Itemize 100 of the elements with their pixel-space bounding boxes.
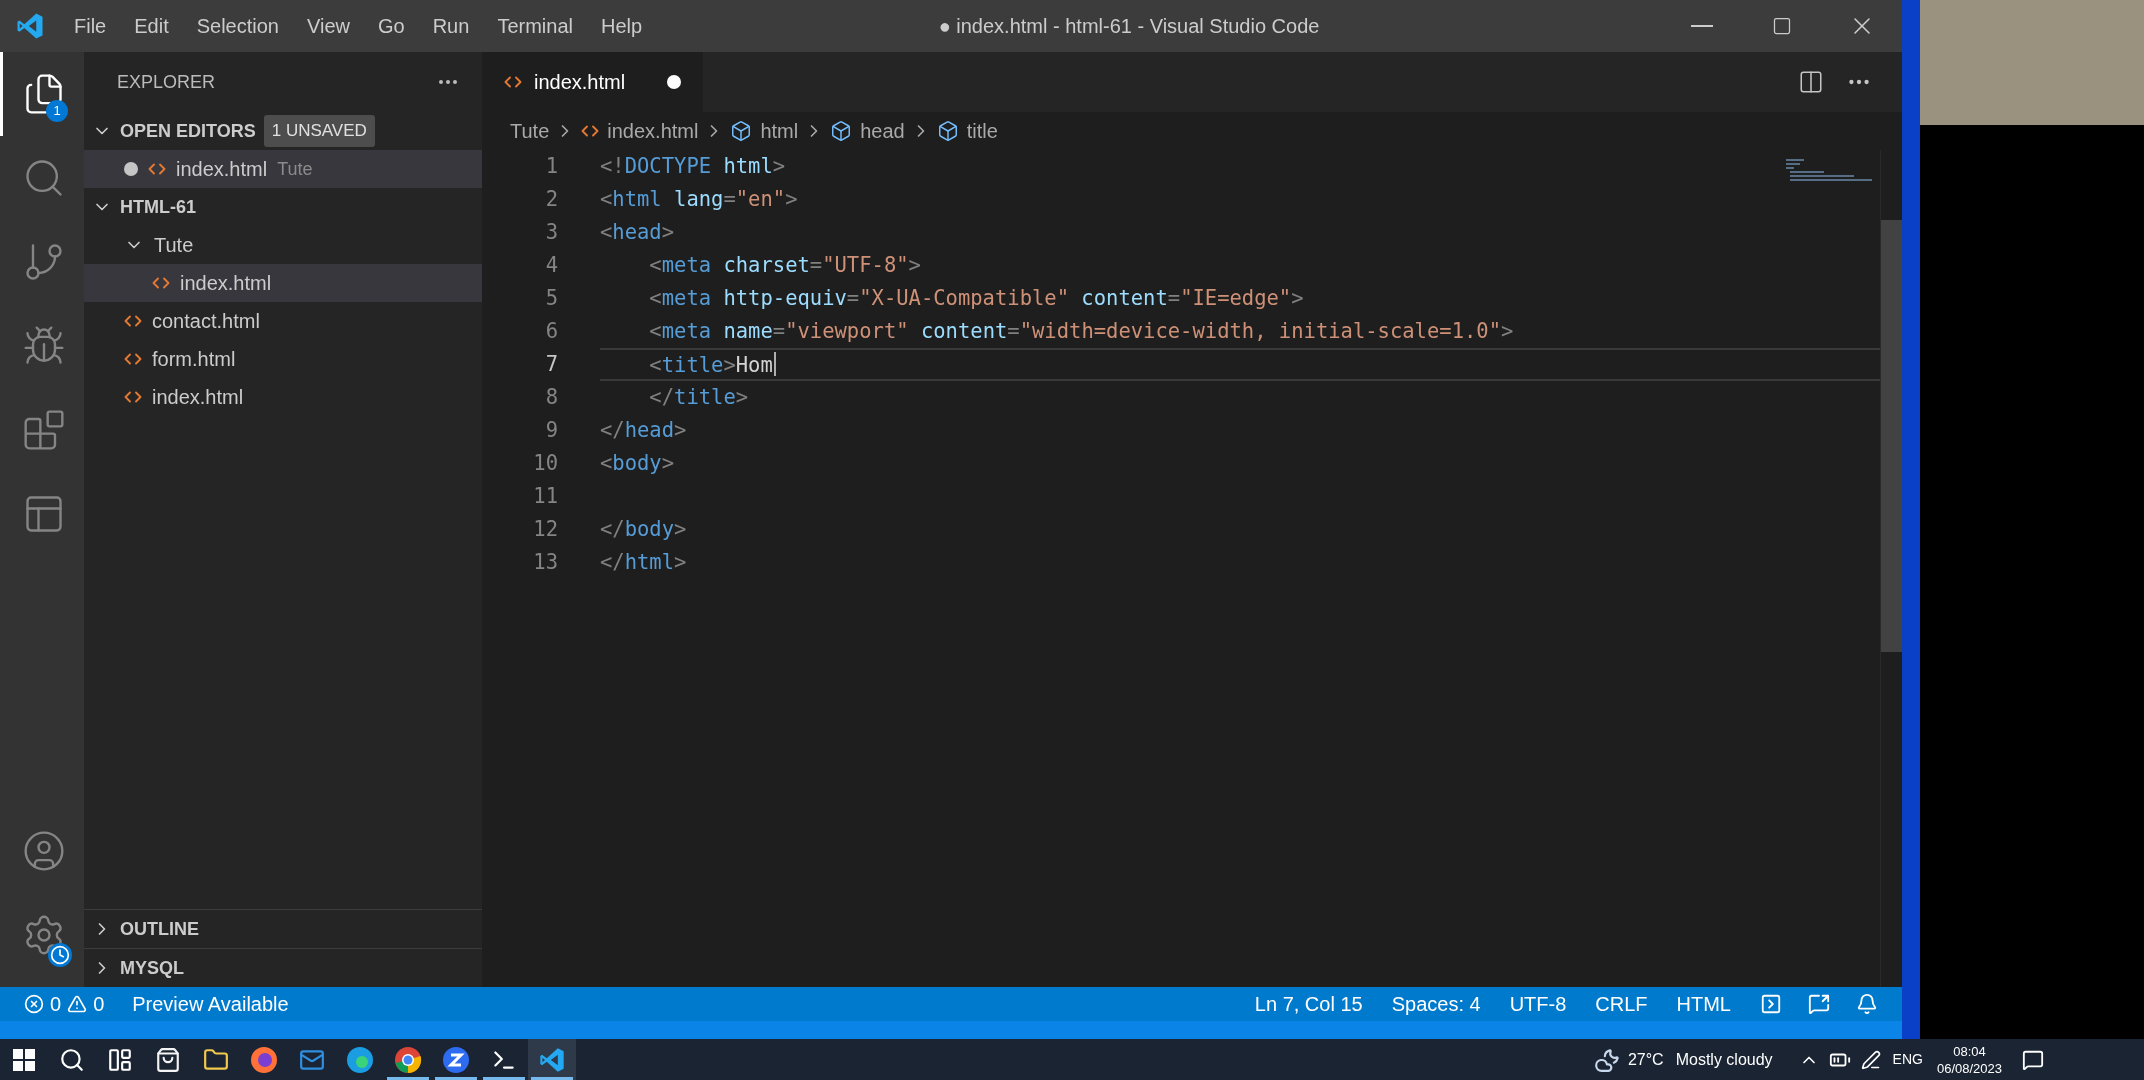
notification-center-icon[interactable] [2022,1048,2044,1071]
code-line: </title> [648,384,749,412]
line-number: 1 [544,153,558,181]
pen-icon[interactable] [1860,1049,1881,1070]
scrollbar-thumb[interactable] [1881,220,1902,652]
file-folder-label: Tute [277,157,313,181]
menu-item[interactable]: Edit [120,5,183,47]
warning-icon [67,994,88,1014]
windows-logo-icon [13,1048,35,1071]
file-name: index.html [180,271,272,296]
line-number: 10 [532,450,558,478]
line-number: 4 [544,252,558,280]
section-header[interactable]: OUTLINE [92,915,199,943]
open-editor-item[interactable]: index.html Tute [84,150,482,188]
editor-tab[interactable]: index.html [482,52,704,112]
warning-count: 0 [93,992,105,1017]
blocks-icon [21,408,66,452]
cloud-moon-icon [1593,1046,1620,1073]
status-item[interactable]: HTML [1676,989,1731,1019]
clock-date[interactable]: 06/08/2023 [1936,1059,2002,1077]
breadcrumb-item[interactable]: Tute [510,116,550,146]
code-line: <body> [600,450,675,478]
feedback-icon[interactable] [1808,993,1830,1015]
code-line: <meta charset="UTF-8"> [648,252,921,280]
menu-item[interactable]: Help [586,5,657,47]
error-count: 0 [50,992,62,1017]
notifications-icon[interactable] [1856,993,1878,1015]
code-line: </html> [600,549,687,577]
line-number: 11 [532,483,558,511]
line-number: 8 [544,384,558,412]
line-number: 9 [544,417,558,445]
window-title: ● index.html - html-61 - Visual Studio Code [938,14,1320,39]
breadcrumb-item[interactable]: html [730,116,799,146]
problems-status[interactable]: 0 0 [24,989,105,1019]
weather-condition: Mostly cloudy [1675,1049,1773,1070]
wave-circle-icon [346,1045,374,1074]
section-header[interactable]: OPEN EDITORS [92,117,256,145]
fox-globe-icon [250,1045,278,1074]
line-number: 5 [544,285,558,313]
breadcrumb-item[interactable]: head [830,116,905,146]
status-item[interactable]: UTF-8 [1509,989,1567,1019]
tree-item[interactable]: index.html [84,264,482,302]
code-line: <html lang="en"> [600,186,798,214]
sidebar-title: EXPLORER [117,70,216,94]
z-circle-icon [442,1045,470,1074]
line-number: 7 [544,351,558,379]
task-view-icon [107,1046,133,1073]
file-name: Tute [154,233,194,258]
notification-badge: 1 [46,100,68,122]
maximize-icon [1772,16,1792,36]
menu-item[interactable]: Go [364,5,419,47]
section-header[interactable]: HTML-61 [92,193,196,221]
file-name: index.html [176,157,268,182]
code-line: <meta http-equiv="X-UA-Compatible" content="IE=edge"> [648,285,1304,313]
file-name: index.html [152,385,244,410]
status-item[interactable]: CRLF [1595,989,1648,1019]
code-line: </head> [600,417,687,445]
code-line: <head> [600,219,675,247]
chrome-circle-icon [394,1045,422,1074]
error-icon [24,994,44,1014]
cube-icon [936,120,959,142]
line-number: 12 [532,516,558,544]
terminal-chevron-icon[interactable] [1760,993,1782,1015]
language-indicator[interactable]: ENG [1892,1049,1923,1070]
search-icon [59,1046,85,1073]
status-item[interactable]: Ln 7, Col 15 [1254,989,1363,1019]
menu-item[interactable]: Selection [182,5,293,47]
file-name: form.html [152,347,236,372]
code-line: <meta name="viewport" content="width=device-width, initial-scale=1.0"> [648,318,1514,346]
line-number: 13 [532,549,558,577]
section-header[interactable]: MYSQL [92,954,184,982]
folder-icon [203,1046,229,1073]
status-item[interactable]: Spaces: 4 [1391,989,1481,1019]
tree-item[interactable]: Tute [84,226,482,264]
cube-icon [730,120,753,142]
file-name: contact.html [152,309,260,334]
shopping-bag-icon [155,1046,181,1073]
cube-icon [830,120,853,142]
weather-temperature: 27°C [1627,1049,1664,1070]
line-number: 6 [544,318,558,346]
code-line: <title>Hom [600,348,776,381]
vscode-logo-icon [15,11,45,41]
breadcrumb-item[interactable]: title [936,116,998,146]
menu-item[interactable]: View [293,5,364,47]
menu-item[interactable]: Run [418,5,484,47]
unsaved-badge: 1 UNSAVED [263,115,375,147]
code-line: </body> [600,516,687,544]
menu-item[interactable]: File [60,5,121,47]
tree-item[interactable]: contact.html [84,302,482,340]
breadcrumb-item[interactable]: index.html [581,116,699,146]
tree-item[interactable]: index.html [84,378,482,416]
line-number: 3 [544,219,558,247]
tree-item[interactable]: form.html [84,340,482,378]
minimize-icon [1691,25,1713,27]
status-item[interactable]: Preview Available [132,989,289,1019]
line-number: 2 [544,186,558,214]
split-editor-icon[interactable] [1798,69,1824,95]
clock-time[interactable]: 08:04 [1953,1042,1986,1060]
code-line: <!DOCTYPE html> [600,153,786,181]
menu-item[interactable]: Terminal [483,5,587,47]
